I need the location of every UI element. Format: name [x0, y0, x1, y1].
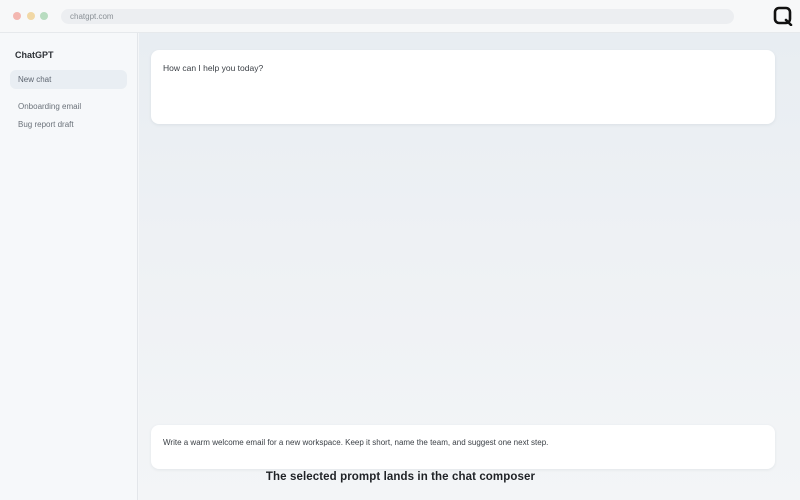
chat-main-area: How can I help you today? Write a warm w…: [139, 33, 800, 500]
sidebar-item-bug-report-draft[interactable]: Bug report draft: [10, 115, 127, 134]
browser-chrome: chatgpt.com: [0, 0, 800, 33]
maximize-window-dot[interactable]: [40, 12, 48, 20]
greeting-card: How can I help you today?: [151, 50, 775, 124]
composer-input-text[interactable]: Write a warm welcome email for a new wor…: [163, 438, 548, 447]
caption-text: The selected prompt lands in the chat co…: [265, 471, 536, 483]
sidebar-item-new-chat[interactable]: New chat: [10, 70, 127, 89]
close-window-dot[interactable]: [13, 12, 21, 20]
chat-composer[interactable]: Write a warm welcome email for a new wor…: [151, 425, 775, 469]
sidebar-item-onboarding-email[interactable]: Onboarding email: [10, 97, 127, 116]
minimize-window-dot[interactable]: [27, 12, 35, 20]
sidebar-title: ChatGPT: [15, 50, 54, 60]
sidebar: ChatGPT New chat Onboarding email Bug re…: [0, 33, 138, 500]
greeting-text: How can I help you today?: [163, 63, 264, 73]
square-logo-icon: [773, 6, 793, 27]
address-bar[interactable]: chatgpt.com: [61, 9, 734, 24]
